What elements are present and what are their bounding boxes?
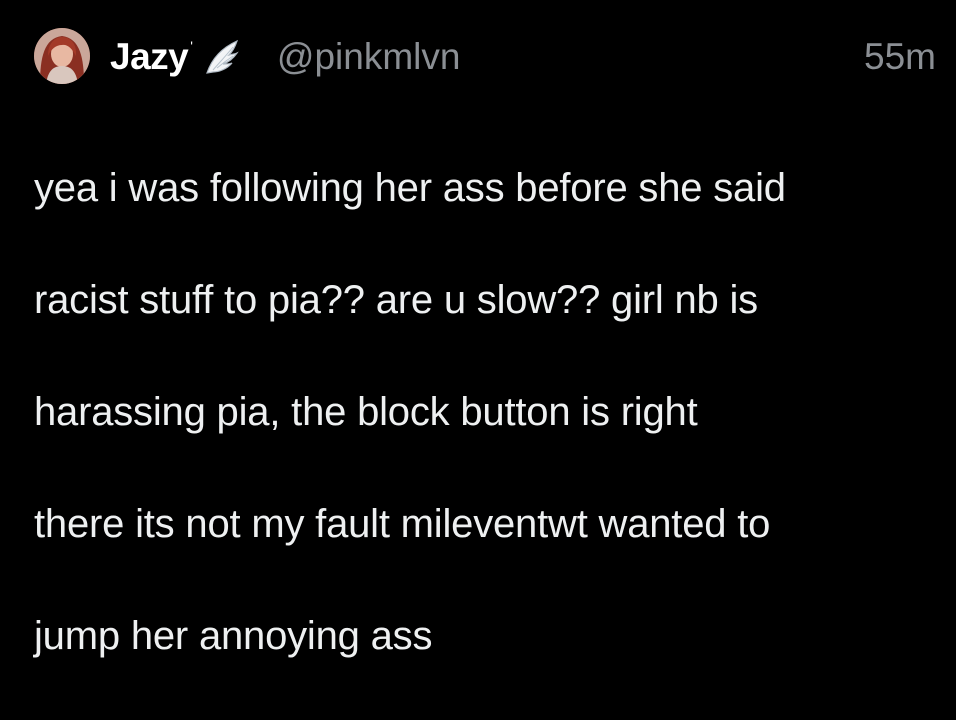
tweet-text-line: jump her annoying ass [34,614,433,658]
timestamp[interactable]: 55m [864,36,936,78]
tweet-header: Jazy ' @pinkmlvn 55m [110,30,936,84]
tweet-text-line: there its not my fault mileventwt wanted… [34,502,771,546]
author-display-name[interactable]: Jazy [110,36,189,78]
tweet-text-line: racist stuff to pia?? are u slow?? girl … [34,278,758,322]
author-handle[interactable]: @pinkmlvn [277,36,461,78]
tweet-text-line: harassing pia, the block button is right [34,390,698,434]
tweet[interactable]: Jazy ' @pinkmlvn 55m yea i was following… [0,0,956,658]
tweet-text-line: yea i was following her ass before she s… [34,166,786,210]
name-mark: ' [190,38,193,54]
avatar[interactable] [34,28,90,84]
angel-wing-icon [203,37,241,77]
avatar-image [34,28,90,84]
tweet-text: yea i was following her ass before she s… [34,104,934,720]
